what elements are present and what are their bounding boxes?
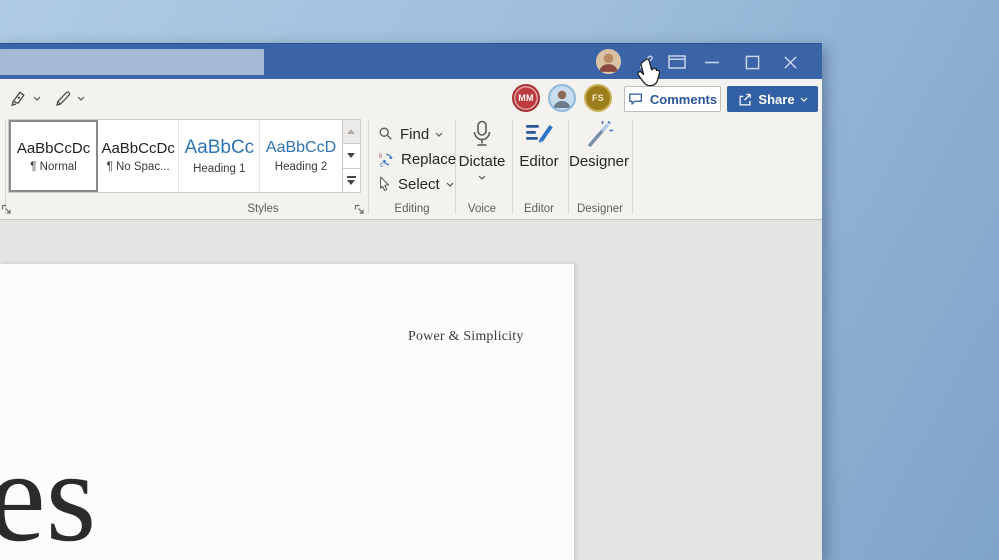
styles-group-label: Styles [230,203,296,215]
document-body-fragment: es [0,432,96,560]
editor-pencil-icon [524,119,554,149]
select-label: Select [398,176,440,193]
style-label: Heading 1 [193,163,245,175]
editor-group-label: Editor [507,203,571,215]
search-icon [378,126,394,142]
cursor-arrow-icon [378,176,392,192]
dialog-launcher-icon [1,204,12,215]
designer-label: Designer [569,153,629,170]
select-button[interactable]: Select [378,173,454,195]
ink-tool-button[interactable] [10,87,41,109]
minimize-icon [704,54,720,70]
microphone-icon [470,119,494,149]
titlebar-search-box[interactable] [0,49,264,75]
gallery-more-button[interactable] [343,169,360,192]
styles-dialog-launcher-button[interactable] [354,204,365,215]
chevron-down-icon [33,96,41,101]
svg-text:b: b [379,153,383,160]
dictate-label: Dictate [459,153,506,170]
group-separator [632,120,633,214]
group-separator [368,120,369,214]
find-label: Find [400,126,429,143]
designer-group-label: Designer [568,203,632,215]
gallery-scroll-up-button[interactable] [343,120,360,144]
ribbon-display-options-button[interactable] [664,44,690,80]
chevron-down-icon [800,97,808,102]
find-button[interactable]: Find [378,123,443,145]
style-item-heading2[interactable]: AaBbCcD Heading 2 [260,120,341,192]
draw-pen-button[interactable] [54,87,85,109]
group-separator [5,120,6,214]
voice-group-label: Voice [450,203,514,215]
chevron-down-icon [446,182,454,187]
chevron-down-icon [478,175,486,180]
style-sample: AaBbCc [184,137,254,159]
style-item-no-spacing[interactable]: AaBbCcDc ¶ No Spac... [98,120,179,192]
close-button[interactable] [777,44,803,80]
share-button[interactable]: Share [727,86,818,112]
more-styles-icon [347,176,356,185]
svg-text:c: c [380,161,384,167]
comments-label: Comments [650,92,717,107]
collaborator-avatar-fs[interactable]: FS [584,84,612,112]
minimize-button[interactable] [699,44,725,80]
hand-cursor [634,57,664,91]
designer-button[interactable]: Designer [568,119,630,215]
collaborator-avatar-photo[interactable] [548,84,576,112]
person-photo-icon [550,86,574,110]
replace-button[interactable]: b c Replace [378,148,456,170]
account-avatar[interactable] [596,49,621,74]
pencil-icon [54,89,73,108]
style-label: ¶ Normal [30,161,76,173]
style-item-heading1[interactable]: AaBbCc Heading 1 [179,120,260,192]
ribbon-tab-row: MM FS Comments Share [0,79,822,115]
style-sample: AaBbCcDc [101,140,174,157]
styles-gallery: AaBbCcDc ¶ Normal AaBbCcDc ¶ No Spac... … [8,119,361,193]
ribbon: AaBbCcDc ¶ Normal AaBbCcDc ¶ No Spac... … [0,115,822,220]
editor-button[interactable]: Editor [512,119,566,215]
document-page[interactable]: Power & Simplicity es [0,264,574,560]
share-label: Share [758,92,794,107]
dictate-button[interactable]: Dictate [455,119,509,215]
collaborator-avatar-mm[interactable]: MM [512,84,540,112]
triangle-down-icon [347,153,355,158]
maximize-icon [745,55,760,70]
dialog-launcher-icon [354,204,365,215]
chevron-down-icon [435,132,443,137]
close-icon [783,55,798,70]
ink-pen-icon [10,89,29,108]
share-icon [737,92,753,107]
title-bar [0,43,822,79]
gallery-scroll-down-button[interactable] [343,144,360,168]
replace-label: Replace [401,151,456,168]
style-item-normal[interactable]: AaBbCcDc ¶ Normal [9,120,98,192]
ribbon-display-options-icon [668,55,686,69]
word-window: MM FS Comments Share [0,43,822,560]
style-sample: AaBbCcD [266,139,336,157]
person-photo-icon [596,49,621,74]
replace-icon: b c [378,151,395,168]
style-sample: AaBbCcDc [17,140,90,157]
maximize-button[interactable] [739,44,765,80]
triangle-up-icon [347,129,355,134]
chevron-down-icon [77,96,85,101]
dialog-launcher-button[interactable] [1,204,12,215]
style-label: Heading 2 [275,161,327,173]
gallery-scrollbar [342,120,360,192]
style-label: ¶ No Spac... [107,161,170,173]
editing-group-label: Editing [380,203,444,215]
comment-bubble-icon [628,92,644,107]
document-canvas: Power & Simplicity es [0,220,822,560]
magic-wand-icon [584,119,614,149]
document-header-text: Power & Simplicity [408,329,524,345]
editor-label: Editor [519,153,558,170]
